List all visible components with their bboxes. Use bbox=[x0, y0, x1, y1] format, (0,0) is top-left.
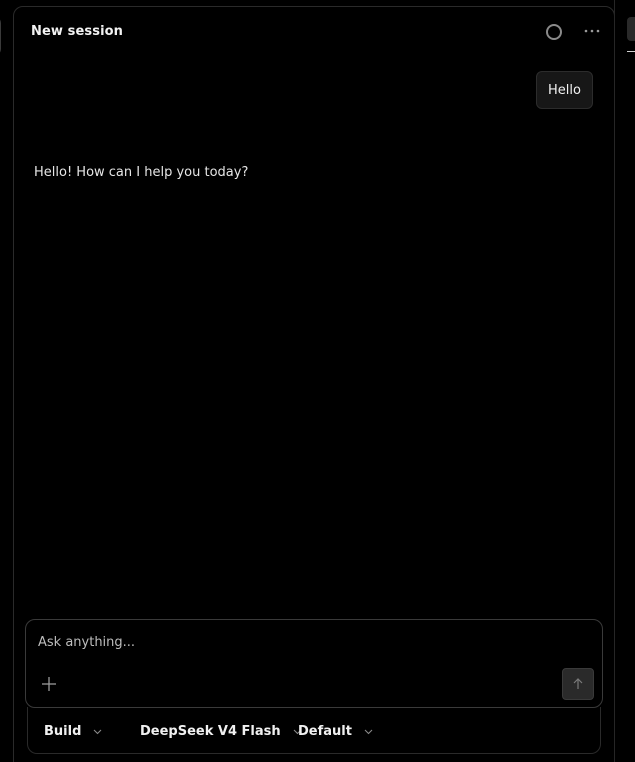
plus-icon bbox=[42, 677, 56, 691]
composer-toolbar: Build DeepSeek V4 Flash Default bbox=[27, 707, 601, 754]
app-window: New session Hello Hello! How can I help … bbox=[0, 0, 635, 762]
mode-selector[interactable]: Build bbox=[44, 724, 102, 739]
user-message: Hello bbox=[536, 71, 593, 109]
chevron-down-icon bbox=[94, 729, 102, 734]
mode-selector-label: Build bbox=[44, 724, 82, 739]
add-attachment-button[interactable] bbox=[39, 675, 59, 695]
variant-selector-label: Default bbox=[298, 724, 352, 739]
variant-selector[interactable]: Default bbox=[298, 724, 373, 739]
model-selector-label: DeepSeek V4 Flash bbox=[140, 724, 281, 739]
message-composer bbox=[25, 619, 603, 708]
send-button[interactable] bbox=[562, 668, 594, 700]
session-header: New session bbox=[14, 7, 614, 57]
session-title: New session bbox=[31, 24, 124, 39]
chat-panel: New session Hello Hello! How can I help … bbox=[13, 6, 615, 762]
model-selector[interactable]: DeepSeek V4 Flash bbox=[140, 724, 302, 739]
chevron-down-icon bbox=[364, 729, 373, 734]
prompt-input[interactable] bbox=[38, 632, 578, 652]
left-panel-edge bbox=[0, 17, 1, 55]
panel-divider bbox=[614, 0, 615, 762]
user-message-text: Hello bbox=[548, 82, 581, 98]
assistant-message: Hello! How can I help you today? bbox=[34, 165, 249, 180]
more-horizontal-icon[interactable] bbox=[581, 21, 603, 41]
right-panel-tab[interactable] bbox=[627, 17, 635, 41]
arrow-up-icon bbox=[573, 678, 583, 689]
right-panel-tab-indicator bbox=[627, 51, 635, 52]
circle-status-icon[interactable] bbox=[546, 24, 562, 40]
more-horizontal-icon-glyph bbox=[584, 29, 600, 33]
